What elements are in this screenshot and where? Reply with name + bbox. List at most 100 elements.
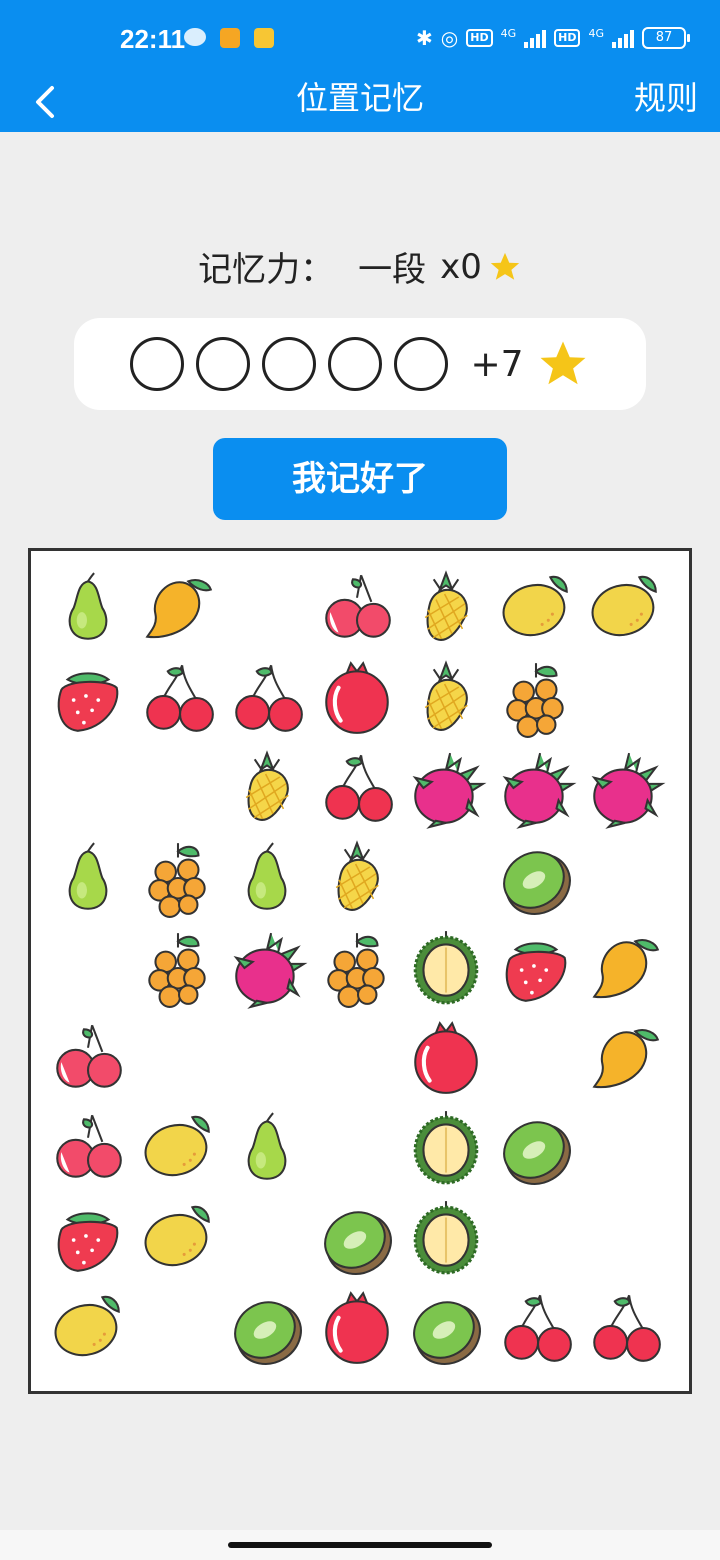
fruit-cell-dragonfruit[interactable] bbox=[495, 747, 577, 829]
status-time: 22:11 bbox=[120, 24, 186, 54]
network-label: 4G bbox=[500, 26, 517, 40]
fruit-cell-pineapple[interactable] bbox=[405, 657, 487, 739]
level-label: 记忆力： bbox=[198, 250, 335, 290]
lemon-icon bbox=[144, 1205, 210, 1267]
fruit-cell-cherry[interactable] bbox=[584, 1287, 666, 1369]
empty-cell[interactable] bbox=[584, 657, 666, 739]
dragonfruit-icon bbox=[233, 932, 308, 1009]
empty-cell[interactable] bbox=[47, 747, 129, 829]
fruit-cell-loquat[interactable] bbox=[137, 927, 219, 1009]
empty-cell[interactable] bbox=[584, 837, 666, 919]
fruit-cell-lemon[interactable] bbox=[137, 1197, 219, 1279]
fruit-cell-loquat[interactable] bbox=[137, 837, 219, 919]
fruit-cell-loquat[interactable] bbox=[495, 657, 577, 739]
fruit-cell-kiwi[interactable] bbox=[316, 1197, 398, 1279]
rules-button[interactable]: 规则 bbox=[634, 74, 698, 122]
empty-cell[interactable] bbox=[584, 1197, 666, 1279]
fruit-cell-durian[interactable] bbox=[405, 1107, 487, 1189]
fruit-cell-cherry[interactable] bbox=[316, 747, 398, 829]
fruit-cell-lemon[interactable] bbox=[584, 567, 666, 649]
fruit-cell-strawberry[interactable] bbox=[47, 1197, 129, 1279]
fruit-cell-lemon[interactable] bbox=[495, 567, 577, 649]
cherry-icon bbox=[235, 664, 303, 732]
fruit-cell-pear[interactable] bbox=[47, 837, 129, 919]
empty-cell[interactable] bbox=[137, 747, 219, 829]
fruit-cell-pomegranate[interactable] bbox=[316, 1287, 398, 1369]
lychee-icon bbox=[56, 1114, 122, 1178]
cherry-icon bbox=[324, 754, 393, 822]
cherry-icon bbox=[145, 664, 214, 732]
empty-cell[interactable] bbox=[495, 1197, 577, 1279]
fruit-cell-pineapple[interactable] bbox=[405, 567, 487, 649]
pear-icon bbox=[68, 572, 108, 640]
fruit-cell-pomegranate[interactable] bbox=[405, 1017, 487, 1099]
ready-button[interactable]: 我记好了 bbox=[213, 438, 507, 520]
fruit-cell-dragonfruit[interactable] bbox=[226, 927, 308, 1009]
empty-cell[interactable] bbox=[495, 1017, 577, 1099]
fruit-cell-strawberry[interactable] bbox=[495, 927, 577, 1009]
fruit-cell-kiwi[interactable] bbox=[405, 1287, 487, 1369]
app-header: 位置记忆 规则 bbox=[0, 74, 720, 132]
fruit-cell-mango[interactable] bbox=[584, 1017, 666, 1099]
lychee-icon bbox=[324, 574, 391, 638]
signal-icon bbox=[524, 28, 547, 48]
fruit-cell-loquat[interactable] bbox=[316, 927, 398, 1009]
fruit-cell-lychee[interactable] bbox=[47, 1107, 129, 1189]
fruit-cell-pear[interactable] bbox=[226, 1107, 308, 1189]
lychee-icon bbox=[56, 1024, 122, 1088]
fruit-cell-durian[interactable] bbox=[405, 1197, 487, 1279]
empty-cell[interactable] bbox=[47, 927, 129, 1009]
empty-cell[interactable] bbox=[137, 1017, 219, 1099]
cherry-icon bbox=[593, 1294, 661, 1362]
loquat-icon bbox=[326, 933, 385, 1008]
app-icon bbox=[254, 28, 274, 48]
fruit-cell-cherry[interactable] bbox=[137, 657, 219, 739]
kiwi-icon bbox=[413, 1301, 481, 1365]
fruit-cell-pear[interactable] bbox=[226, 837, 308, 919]
fruit-cell-lychee[interactable] bbox=[47, 1017, 129, 1099]
progress-slot bbox=[262, 337, 317, 391]
fruit-cell-dragonfruit[interactable] bbox=[584, 747, 666, 829]
message-icon bbox=[220, 28, 240, 48]
fruit-cell-pineapple[interactable] bbox=[316, 837, 398, 919]
fruit-cell-strawberry[interactable] bbox=[47, 657, 129, 739]
fruit-cell-pear[interactable] bbox=[47, 567, 129, 649]
fruit-cell-mango[interactable] bbox=[137, 567, 219, 649]
fruit-cell-mango[interactable] bbox=[584, 927, 666, 1009]
fruit-cell-kiwi[interactable] bbox=[495, 837, 577, 919]
fruit-cell-pineapple[interactable] bbox=[226, 747, 308, 829]
loquat-icon bbox=[505, 663, 564, 738]
mango-icon bbox=[144, 579, 212, 639]
pomegranate-icon bbox=[324, 661, 389, 734]
empty-cell[interactable] bbox=[137, 1287, 219, 1369]
empty-cell[interactable] bbox=[226, 1197, 308, 1279]
empty-cell[interactable] bbox=[584, 1107, 666, 1189]
fruit-cell-lychee[interactable] bbox=[316, 567, 398, 649]
empty-cell[interactable] bbox=[226, 567, 308, 649]
bluetooth-icon: ✱ bbox=[416, 26, 433, 50]
fruit-cell-kiwi[interactable] bbox=[226, 1287, 308, 1369]
bonus-stars: +7 bbox=[470, 343, 524, 385]
empty-cell[interactable] bbox=[226, 1017, 308, 1099]
lemon-icon bbox=[502, 575, 568, 637]
loquat-icon bbox=[147, 843, 206, 918]
fruit-cell-pomegranate[interactable] bbox=[316, 657, 398, 739]
empty-cell[interactable] bbox=[405, 837, 487, 919]
fruit-cell-kiwi[interactable] bbox=[495, 1107, 577, 1189]
empty-cell[interactable] bbox=[316, 1107, 398, 1189]
memory-level: 记忆力： 一段 x0 bbox=[0, 242, 720, 291]
durian-icon bbox=[413, 1111, 479, 1185]
fruit-cell-dragonfruit[interactable] bbox=[405, 747, 487, 829]
empty-cell[interactable] bbox=[316, 1017, 398, 1099]
home-indicator[interactable] bbox=[228, 1542, 492, 1548]
level-stars: x0 bbox=[440, 246, 482, 287]
pineapple-icon bbox=[245, 750, 289, 821]
star-icon bbox=[490, 252, 520, 280]
fruit-cell-cherry[interactable] bbox=[495, 1287, 577, 1369]
fruit-cell-durian[interactable] bbox=[405, 927, 487, 1009]
progress-slot bbox=[130, 337, 185, 391]
dragonfruit-icon bbox=[591, 752, 666, 829]
fruit-cell-lemon[interactable] bbox=[137, 1107, 219, 1189]
fruit-cell-cherry[interactable] bbox=[226, 657, 308, 739]
fruit-cell-lemon[interactable] bbox=[47, 1287, 129, 1369]
